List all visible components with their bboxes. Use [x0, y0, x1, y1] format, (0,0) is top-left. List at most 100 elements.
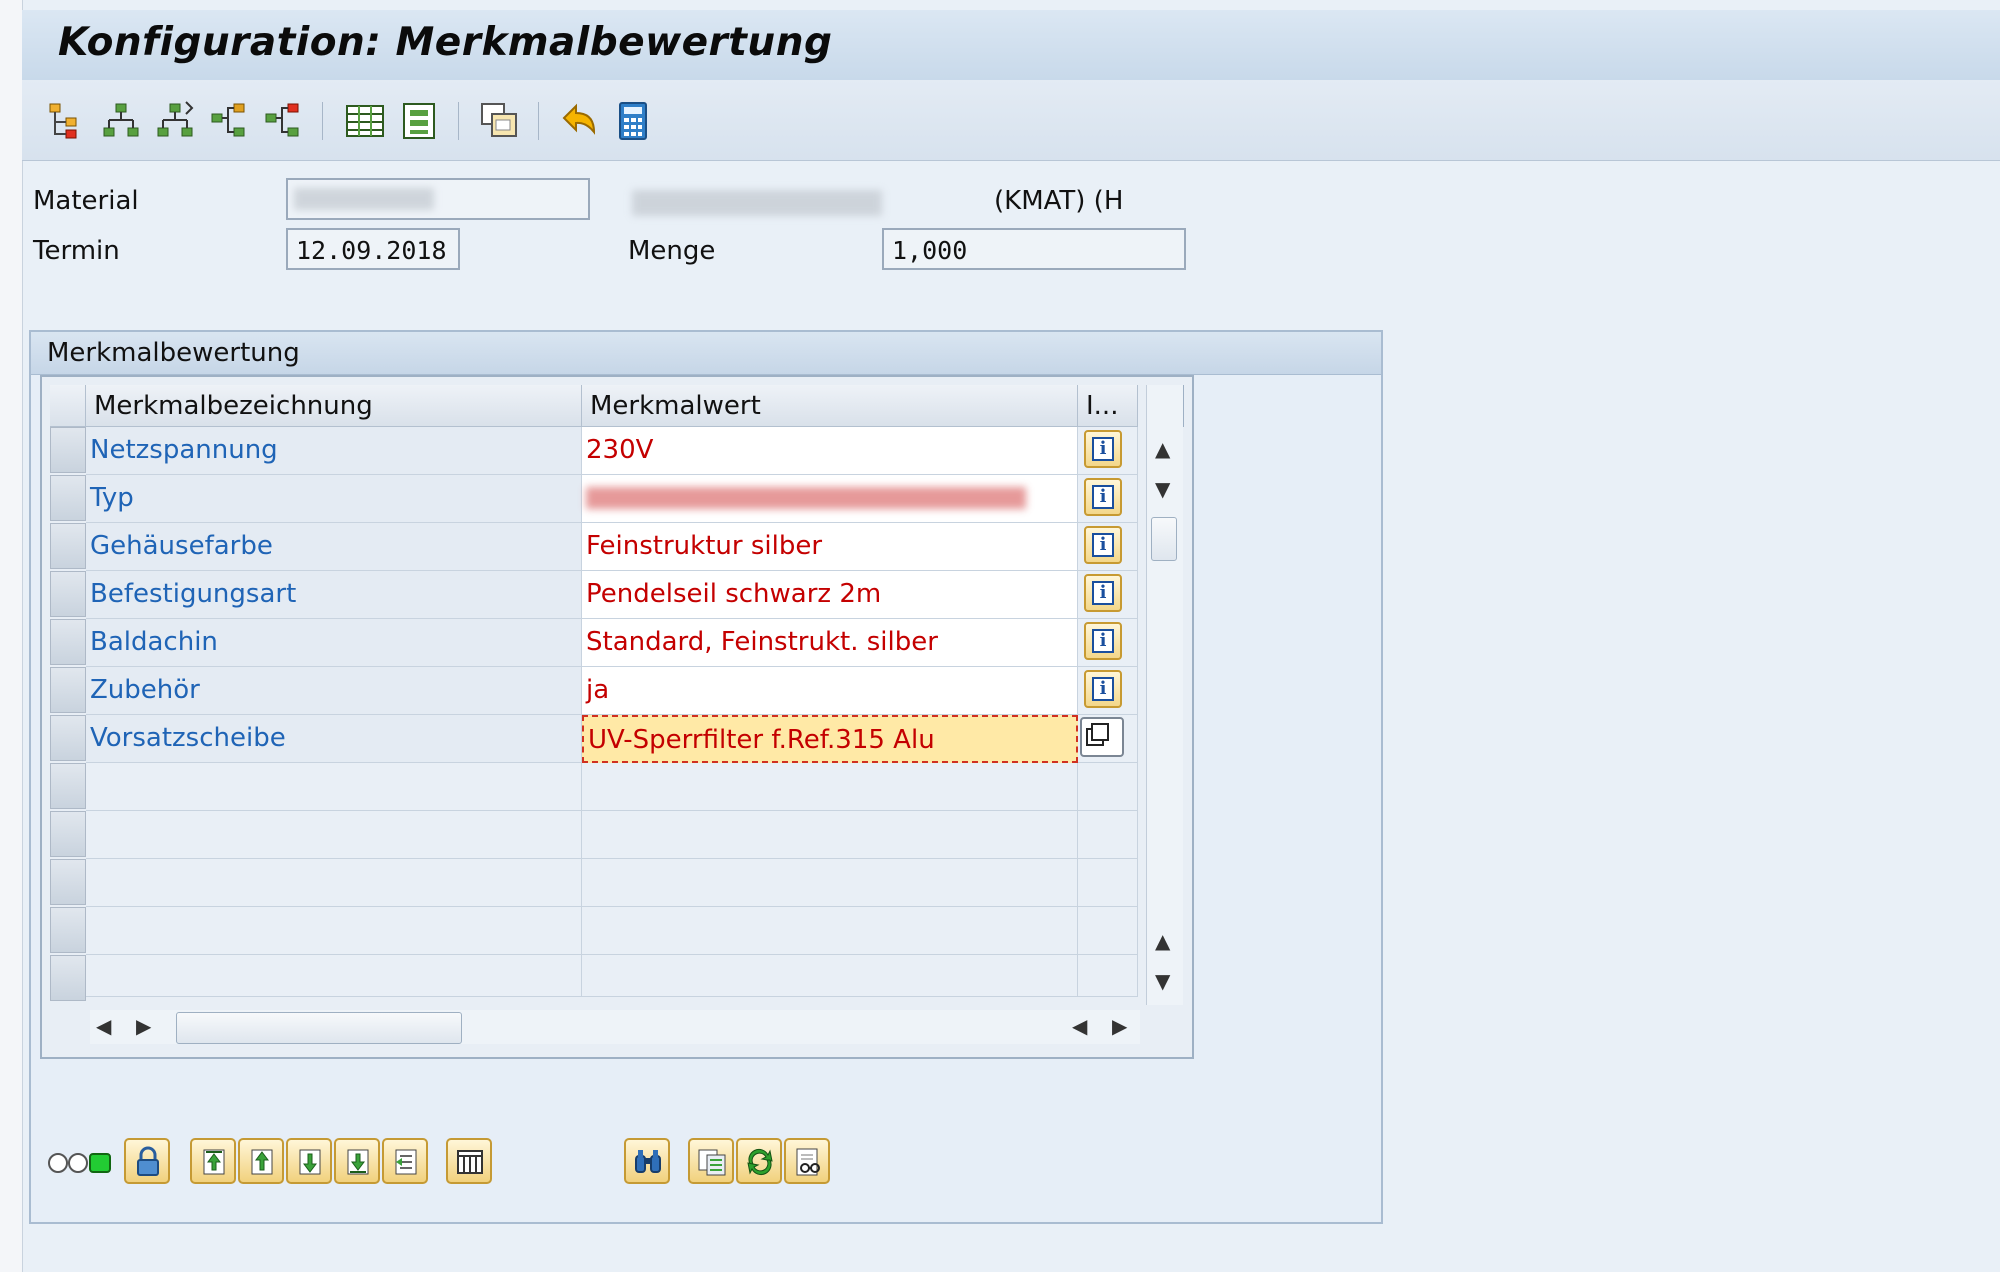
empty-cell [1078, 907, 1138, 955]
row-selector[interactable] [50, 619, 86, 665]
name-cell: Typ [86, 475, 582, 523]
empty-cell [86, 859, 582, 907]
info-icon: i [1092, 629, 1114, 653]
column-header-info[interactable]: I... [1078, 385, 1138, 427]
previous-page-button[interactable] [238, 1138, 284, 1184]
value-cell[interactable]: ja [582, 667, 1078, 715]
name-cell: Befestigungsart [86, 571, 582, 619]
row-selector[interactable] [50, 859, 86, 905]
empty-cell [582, 811, 1078, 859]
lock-button[interactable] [124, 1138, 170, 1184]
tree-structure-icon[interactable] [46, 100, 88, 142]
first-page-button[interactable] [190, 1138, 236, 1184]
empty-cell [86, 907, 582, 955]
empty-cell [582, 955, 1078, 997]
info-button[interactable]: i [1084, 478, 1122, 516]
column-header-name[interactable]: Merkmalbezeichnung [86, 385, 582, 427]
last-page-button[interactable] [334, 1138, 380, 1184]
next-page-button[interactable] [286, 1138, 332, 1184]
horizontal-scroll-thumb[interactable] [176, 1012, 462, 1044]
toolbar-separator [458, 102, 459, 140]
page-down-icon[interactable]: ▼ [1155, 969, 1170, 993]
group-header: Merkmalbewertung [31, 332, 1381, 375]
overview-button[interactable] [688, 1138, 734, 1184]
horizontal-scrollbar[interactable]: ◀ ▶ ◀ ▶ [90, 1010, 1140, 1044]
row-selector[interactable] [50, 571, 86, 617]
empty-cell [1078, 763, 1138, 811]
scroll-right-icon[interactable]: ▶ [136, 1014, 151, 1038]
add-child-node-icon[interactable] [154, 100, 196, 142]
info-cell [1078, 715, 1138, 763]
binoculars-icon [635, 1150, 661, 1173]
copy-window-icon[interactable] [478, 100, 520, 142]
row-selector[interactable] [50, 763, 86, 809]
scroll-right-end-icon[interactable]: ▶ [1112, 1014, 1127, 1038]
table-view-icon[interactable] [344, 100, 386, 142]
value-cell[interactable]: 230V [582, 427, 1078, 475]
multiple-values-button[interactable] [1080, 717, 1124, 757]
scroll-left-icon[interactable]: ◀ [96, 1014, 111, 1038]
find-button[interactable] [624, 1138, 670, 1184]
row-selector[interactable] [50, 523, 86, 569]
info-button[interactable]: i [1084, 526, 1122, 564]
info-button[interactable]: i [1084, 670, 1122, 708]
copy-node-icon[interactable] [262, 100, 304, 142]
row-selector[interactable] [50, 715, 86, 761]
column-header-value[interactable]: Merkmalwert [582, 385, 1078, 427]
empty-cell [1078, 955, 1138, 997]
empty-cell [582, 763, 1078, 811]
insert-row-button[interactable] [382, 1138, 428, 1184]
info-icon: i [1092, 533, 1114, 557]
info-button[interactable]: i [1084, 622, 1122, 660]
name-cell: Netzspannung [86, 427, 582, 475]
column-header-value-text: Merkmalwert [590, 391, 761, 421]
application-toolbar [22, 80, 2000, 161]
empty-cell [86, 955, 582, 997]
value-cell[interactable]: Pendelseil schwarz 2m [582, 571, 1078, 619]
empty-cell [582, 859, 1078, 907]
row-selector[interactable] [50, 475, 86, 521]
vertical-scrollbar[interactable]: ▲ ▼ ▲ ▼ [1146, 385, 1183, 1005]
move-node-icon[interactable] [208, 100, 250, 142]
characteristics-table: Merkmalbezeichnung Merkmalwert I... Netz… [40, 375, 1194, 1059]
display-details-button[interactable] [784, 1138, 830, 1184]
select-all-header[interactable] [50, 385, 86, 427]
form-view-icon[interactable] [398, 100, 440, 142]
title-bar: Konfiguration: Merkmalbewertung [22, 10, 2000, 81]
row-selector[interactable] [50, 811, 86, 857]
next-page-icon [299, 1149, 321, 1175]
value-cell[interactable]: Standard, Feinstrukt. silber [582, 619, 1078, 667]
calculator-icon[interactable] [612, 100, 654, 142]
row-selector[interactable] [50, 907, 86, 953]
scroll-left-end-icon[interactable]: ◀ [1072, 1014, 1087, 1038]
refresh-button[interactable] [736, 1138, 782, 1184]
scroll-down-icon[interactable]: ▼ [1155, 477, 1170, 501]
row-selector[interactable] [50, 667, 86, 713]
add-node-icon[interactable] [100, 100, 142, 142]
empty-cell [86, 811, 582, 859]
info-button[interactable]: i [1084, 430, 1122, 468]
value-cell-selected[interactable]: UV-Sperrfilter f.Ref.315 Alu [582, 715, 1078, 763]
page-up-icon[interactable]: ▲ [1155, 929, 1170, 953]
empty-cell [1078, 811, 1138, 859]
info-cell: i [1078, 571, 1138, 619]
columns-icon [457, 1150, 483, 1174]
redacted-material-description [632, 190, 882, 216]
group-title: Merkmalbewertung [47, 338, 300, 368]
menge-field[interactable]: 1,000 [882, 228, 1186, 270]
column-header-info-text: I... [1086, 391, 1119, 421]
vertical-scroll-thumb[interactable] [1151, 517, 1177, 561]
value-cell[interactable] [582, 475, 1078, 523]
info-button[interactable]: i [1084, 574, 1122, 612]
scroll-up-icon[interactable]: ▲ [1155, 437, 1170, 461]
termin-field[interactable]: 12.09.2018 [286, 228, 460, 270]
redacted-material-number [294, 188, 434, 210]
column-settings-footer-button[interactable] [446, 1138, 492, 1184]
row-selector[interactable] [50, 427, 86, 473]
material-field[interactable] [286, 178, 590, 220]
empty-cell [582, 907, 1078, 955]
value-cell[interactable]: Feinstruktur silber [582, 523, 1078, 571]
overview-icon [698, 1149, 726, 1176]
undo-arrow-icon[interactable] [558, 100, 600, 142]
row-selector[interactable] [50, 955, 86, 1001]
